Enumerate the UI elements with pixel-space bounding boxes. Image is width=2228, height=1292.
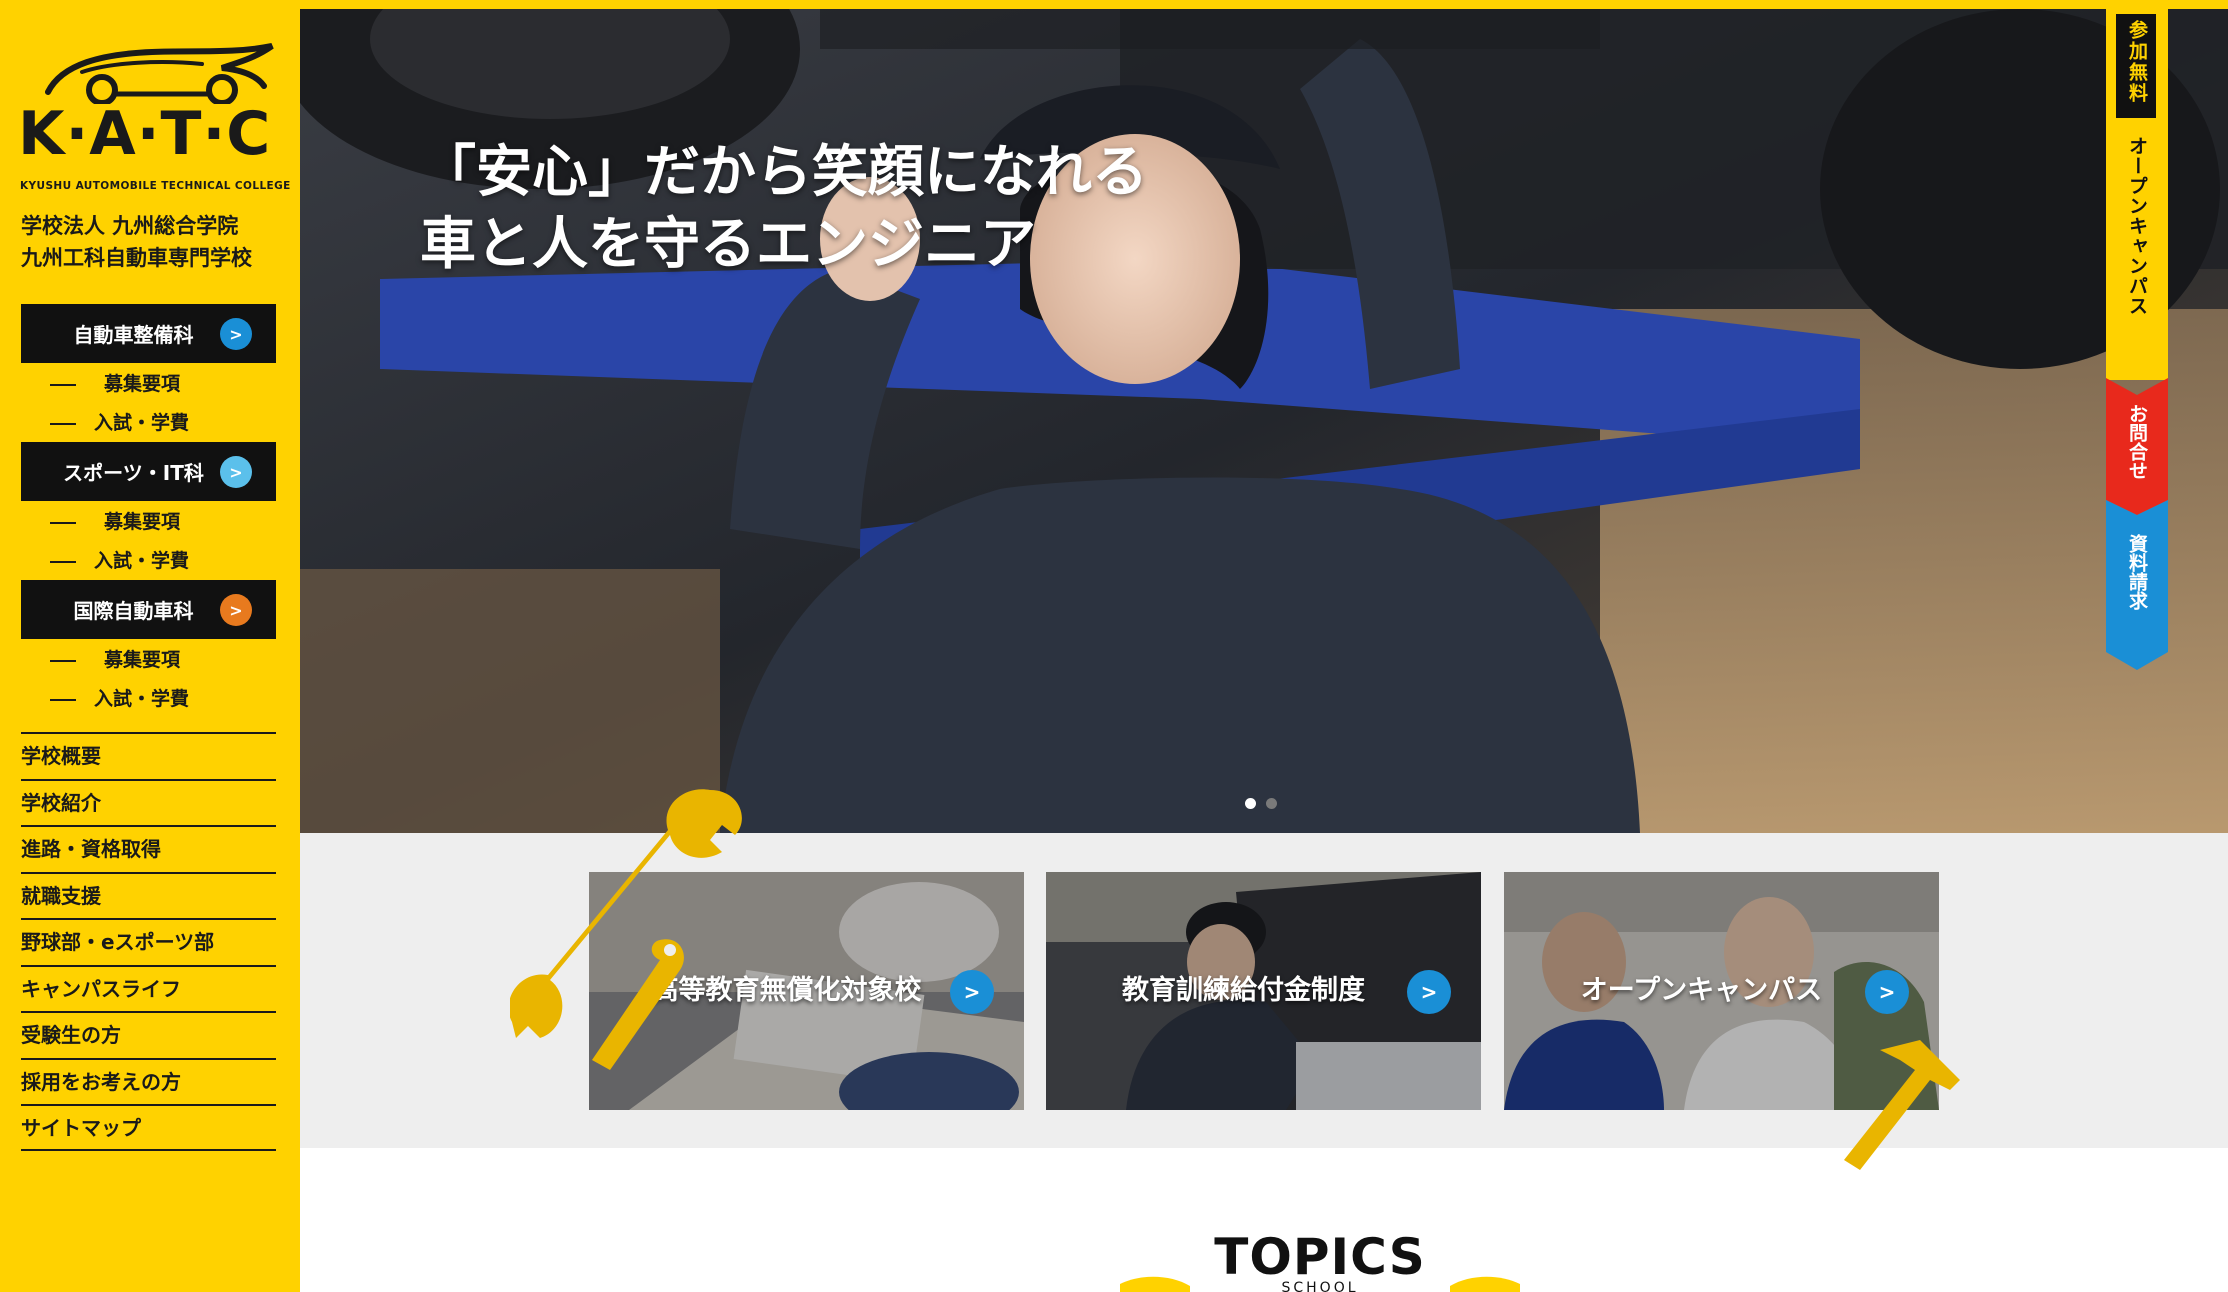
nav-item-employers[interactable]: 採用をお考えの方 [21, 1057, 276, 1105]
dash-icon [50, 383, 76, 386]
school-name: 学校法人 九州総合学院 九州工科自動車専門学校 [21, 210, 252, 274]
nav-item-career-qualifications[interactable]: 進路・資格取得 [21, 825, 276, 872]
dash-icon [50, 422, 76, 425]
nav-item-baseball-esports[interactable]: 野球部・eスポーツ部 [21, 918, 276, 965]
sublink-label: 募集要項 [104, 649, 181, 671]
logo-wordmark: K·A·T·C [18, 99, 272, 169]
slider-dot-1[interactable] [1245, 798, 1256, 809]
sublink-exam-fees-sports[interactable]: 入試・学費 [50, 548, 189, 574]
hero-heading-line1: 「安心」だから笑顔になれる [420, 140, 1148, 205]
slider-dot-2[interactable] [1266, 798, 1277, 809]
banner-training-benefit[interactable]: 教育訓練給付金制度 > [1046, 872, 1481, 1110]
main-nav: 学校概要 学校紹介 進路・資格取得 就職支援 野球部・eスポーツ部 キャンパスラ… [21, 732, 276, 1151]
slider-pagination [1245, 798, 1277, 809]
hero-photo [300, 9, 2228, 833]
sublink-label: 入試・学費 [94, 412, 190, 434]
free-label: 参加無料 [2126, 20, 2148, 104]
dept-button-sports-it[interactable]: スポーツ・IT科 > [21, 442, 276, 501]
sublink-recruitment-international[interactable]: 募集要項 [50, 647, 180, 673]
brochure-tab-label: 資料請求 [2126, 534, 2148, 610]
logo-subtitle: KYUSHU AUTOMOBILE TECHNICAL COLLEGE [20, 180, 291, 192]
hero-heading: 「安心」だから笑顔になれる 車と人を守るエンジニア [420, 137, 1148, 281]
wrench-icon [510, 789, 742, 1070]
nav-item-prospective-students[interactable]: 受験生の方 [21, 1011, 276, 1058]
sidebar: K·A·T·C KYUSHU AUTOMOBILE TECHNICAL COLL… [0, 0, 300, 1292]
sublink-recruitment-sports[interactable]: 募集要項 [50, 509, 180, 535]
nav-item-campus-life[interactable]: キャンパスライフ [21, 964, 276, 1012]
dash-icon [50, 560, 76, 563]
sublink-label: 入試・学費 [94, 550, 190, 572]
chevron-right-icon: > [950, 970, 994, 1014]
brochure-request-tab[interactable]: 資料請求 [2106, 534, 2168, 610]
chevron-right-icon: > [1865, 970, 1909, 1014]
free-participation-badge: 参加無料 [2106, 20, 2168, 104]
topics-section-heading: TOPICS SCHOOL [1100, 1228, 1540, 1292]
sublink-recruitment-auto[interactable]: 募集要項 [50, 371, 180, 397]
school-college-name: 九州工科自動車専門学校 [21, 246, 252, 270]
floating-side-tabs: 参加無料 オープンキャンパス お問合せ 資料請求 [2106, 0, 2168, 680]
nav-item-sitemap[interactable]: サイトマップ [21, 1104, 276, 1151]
open-campus-tab[interactable]: オープンキャンパス [2106, 136, 2168, 316]
sublink-exam-fees-international[interactable]: 入試・学費 [50, 686, 189, 712]
hero-slider[interactable]: 「安心」だから笑顔になれる 車と人を守るエンジニア [300, 0, 2228, 833]
dept-button-international-auto[interactable]: 国際自動車科 > [21, 580, 276, 639]
dept-button-label: 自動車整備科 [73, 323, 194, 347]
nav-item-school-overview[interactable]: 学校概要 [21, 732, 276, 779]
sublink-label: 募集要項 [104, 373, 181, 395]
dash-icon [50, 521, 76, 524]
dept-button-auto-maintenance[interactable]: 自動車整備科 > [21, 304, 276, 363]
hero-heading-line2: 車と人を守るエンジニア [420, 212, 1036, 277]
nav-item-job-support[interactable]: 就職支援 [21, 871, 276, 919]
nav-item-school-intro[interactable]: 学校紹介 [21, 778, 276, 826]
dash-icon [50, 698, 76, 701]
dept-button-label: 国際自動車科 [73, 599, 194, 623]
open-campus-tab-label: オープンキャンパス [2126, 136, 2148, 316]
chevron-right-icon: > [220, 456, 252, 488]
sublink-exam-fees-auto[interactable]: 入試・学費 [50, 410, 189, 436]
contact-tab-label: お問合せ [2126, 404, 2148, 480]
topics-subtitle: SCHOOL [1281, 1280, 1359, 1292]
school-corporation-name: 学校法人 九州総合学院 [21, 214, 239, 238]
contact-tab[interactable]: お問合せ [2106, 404, 2168, 480]
hammer-icon [1844, 1040, 1960, 1170]
car-silhouette-icon [45, 43, 274, 104]
dept-button-label: スポーツ・IT科 [63, 461, 204, 485]
chevron-right-icon: > [220, 594, 252, 626]
sublink-label: 入試・学費 [94, 688, 190, 710]
topics-title: TOPICS [1214, 1228, 1426, 1286]
chevron-right-icon: > [1407, 970, 1451, 1014]
site-logo[interactable]: K·A·T·C KYUSHU AUTOMOBILE TECHNICAL COLL… [18, 24, 290, 196]
dash-icon [50, 659, 76, 662]
sublink-label: 募集要項 [104, 511, 181, 533]
chevron-right-icon: > [220, 318, 252, 350]
